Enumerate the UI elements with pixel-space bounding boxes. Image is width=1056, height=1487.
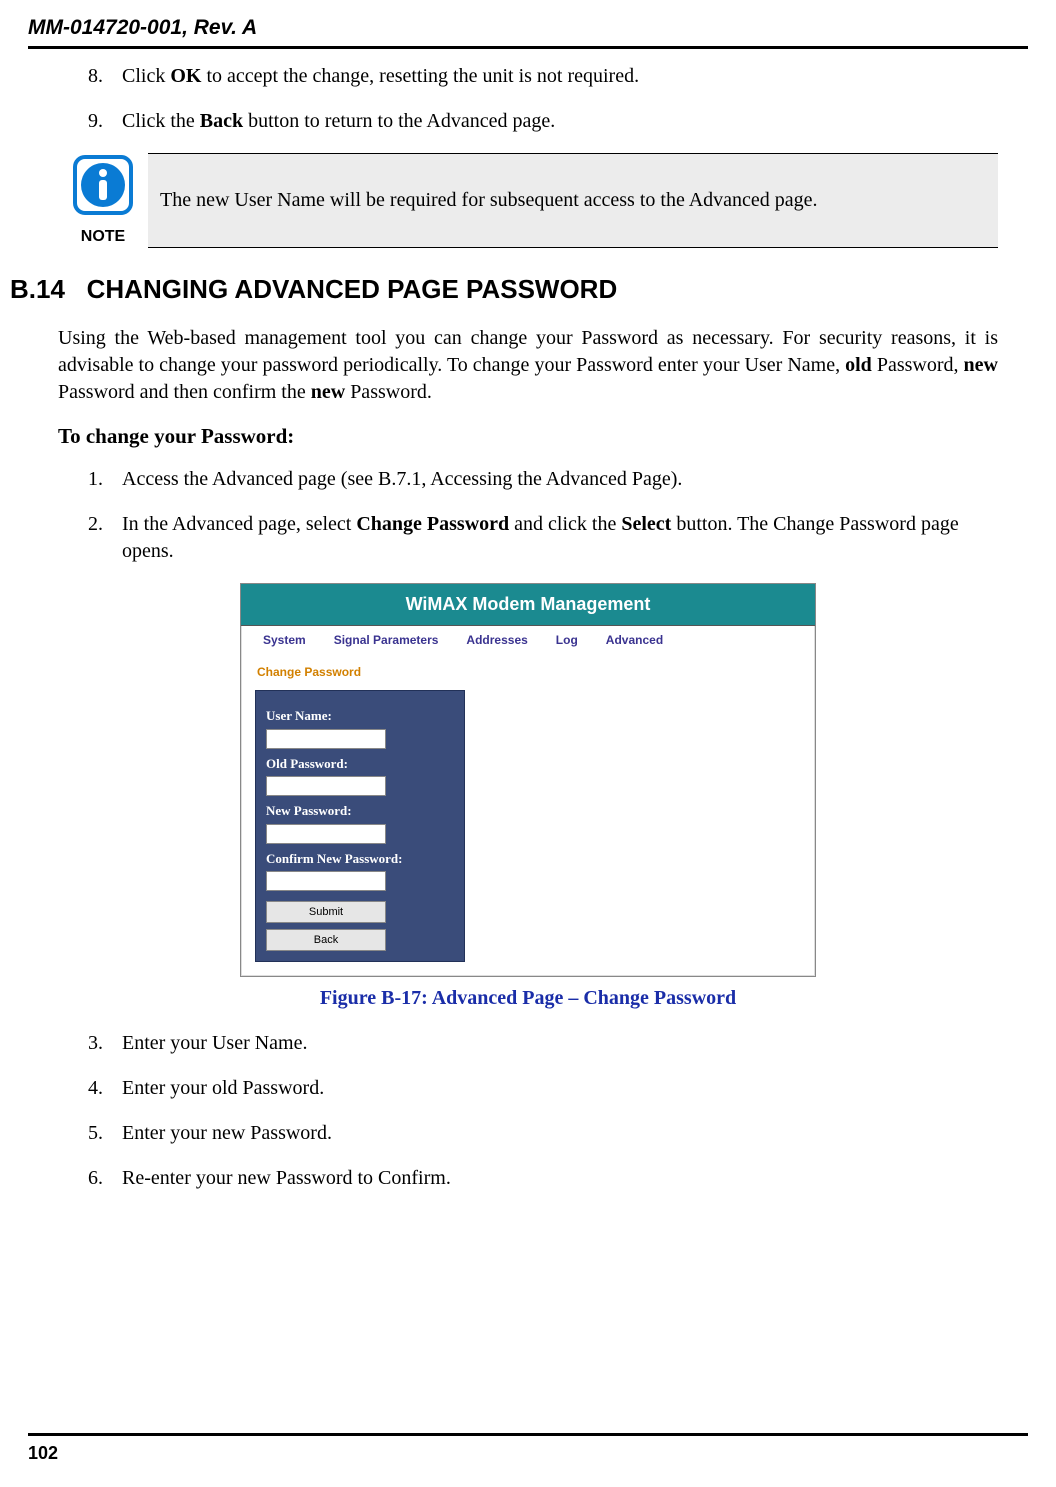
step-text-bold: Change Password <box>356 513 509 535</box>
label-old-password: Old Password: <box>266 755 454 773</box>
step-text-bold: OK <box>170 65 201 87</box>
step-text: Access the Advanced page (see B.7.1, Acc… <box>122 468 682 490</box>
section-heading: B.14 CHANGING ADVANCED PAGE PASSWORD <box>10 272 998 307</box>
step-text-pre: Click the <box>122 110 200 132</box>
step-text-post: button to return to the Advanced page. <box>243 110 555 132</box>
note-text: The new User Name will be required for s… <box>148 154 998 248</box>
old-password-input[interactable] <box>266 776 386 796</box>
step-4: 4. Enter your old Password. <box>88 1075 998 1102</box>
intro-bold: new <box>311 381 345 403</box>
step-text-pre: In the Advanced page, select <box>122 513 356 535</box>
label-confirm-password: Confirm New Password: <box>266 850 454 868</box>
step-2: 2. In the Advanced page, select Change P… <box>88 511 998 565</box>
intro-paragraph: Using the Web-based management tool you … <box>58 325 998 406</box>
step-text: Enter your User Name. <box>122 1032 308 1054</box>
back-button[interactable]: Back <box>266 929 386 951</box>
tab-addresses[interactable]: Addresses <box>466 632 527 648</box>
step-number: 5. <box>88 1120 103 1147</box>
label-user-name: User Name: <box>266 707 454 725</box>
subheading: To change your Password: <box>58 422 998 450</box>
page-footer: 102 <box>28 1433 1028 1467</box>
step-text-bold: Select <box>621 513 671 535</box>
section-title: CHANGING ADVANCED PAGE PASSWORD <box>87 274 618 304</box>
wimax-page-title: Change Password <box>257 664 801 680</box>
step-text-bold: Back <box>200 110 243 132</box>
header-rule <box>28 46 1028 49</box>
wimax-tabs: System Signal Parameters Addresses Log A… <box>241 626 815 648</box>
step-text: Re-enter your new Password to Confirm. <box>122 1167 451 1189</box>
intro-bold: old <box>845 354 872 376</box>
page-number: 102 <box>28 1443 58 1463</box>
doc-header: MM-014720-001, Rev. A <box>0 0 1056 46</box>
step-number: 1. <box>88 466 103 493</box>
submit-button[interactable]: Submit <box>266 901 386 923</box>
tab-log[interactable]: Log <box>556 632 578 648</box>
step-text: Enter your old Password. <box>122 1077 324 1099</box>
steps-list-mid: 1. Access the Advanced page (see B.7.1, … <box>58 466 998 565</box>
doc-id: MM-014720-001, Rev. A <box>28 16 257 39</box>
note-label: NOTE <box>58 226 148 248</box>
note-block: NOTE The new User Name will be required … <box>58 153 998 248</box>
step-number: 9. <box>88 108 103 135</box>
steps-list-top: 8. Click OK to accept the change, resett… <box>58 63 998 135</box>
step-text: Enter your new Password. <box>122 1122 332 1144</box>
step-6: 6. Re-enter your new Password to Confirm… <box>88 1165 998 1192</box>
wimax-panel: WiMAX Modem Management System Signal Par… <box>240 583 816 977</box>
footer-rule <box>28 1433 1028 1436</box>
steps-list-bottom: 3. Enter your User Name. 4. Enter your o… <box>58 1030 998 1192</box>
new-password-input[interactable] <box>266 824 386 844</box>
wimax-content: Change Password User Name: Old Password:… <box>241 648 815 970</box>
step-number: 2. <box>88 511 103 538</box>
step-3: 3. Enter your User Name. <box>88 1030 998 1057</box>
step-5: 5. Enter your new Password. <box>88 1120 998 1147</box>
step-8: 8. Click OK to accept the change, resett… <box>88 63 998 90</box>
intro-text: Password and then confirm the <box>58 381 311 403</box>
info-icon <box>72 154 134 216</box>
label-new-password: New Password: <box>266 802 454 820</box>
step-number: 4. <box>88 1075 103 1102</box>
section-number: B.14 <box>10 274 65 304</box>
step-text-mid: and click the <box>509 513 621 535</box>
figure-caption: Figure B-17: Advanced Page – Change Pass… <box>58 985 998 1012</box>
step-number: 6. <box>88 1165 103 1192</box>
step-text-pre: Click <box>122 65 170 87</box>
step-number: 8. <box>88 63 103 90</box>
tab-system[interactable]: System <box>263 632 306 648</box>
intro-text: Password. <box>345 381 432 403</box>
tab-signal-parameters[interactable]: Signal Parameters <box>334 632 439 648</box>
step-1: 1. Access the Advanced page (see B.7.1, … <box>88 466 998 493</box>
confirm-password-input[interactable] <box>266 871 386 891</box>
wimax-form: User Name: Old Password: New Password: C… <box>255 690 465 962</box>
intro-bold: new <box>964 354 998 376</box>
tab-advanced[interactable]: Advanced <box>606 632 663 648</box>
step-text-post: to accept the change, resetting the unit… <box>201 65 639 87</box>
step-9: 9. Click the Back button to return to th… <box>88 108 998 135</box>
note-icon-cell: NOTE <box>58 154 148 248</box>
intro-text: Password, <box>872 354 964 376</box>
wimax-title: WiMAX Modem Management <box>241 584 815 625</box>
step-number: 3. <box>88 1030 103 1057</box>
user-name-input[interactable] <box>266 729 386 749</box>
